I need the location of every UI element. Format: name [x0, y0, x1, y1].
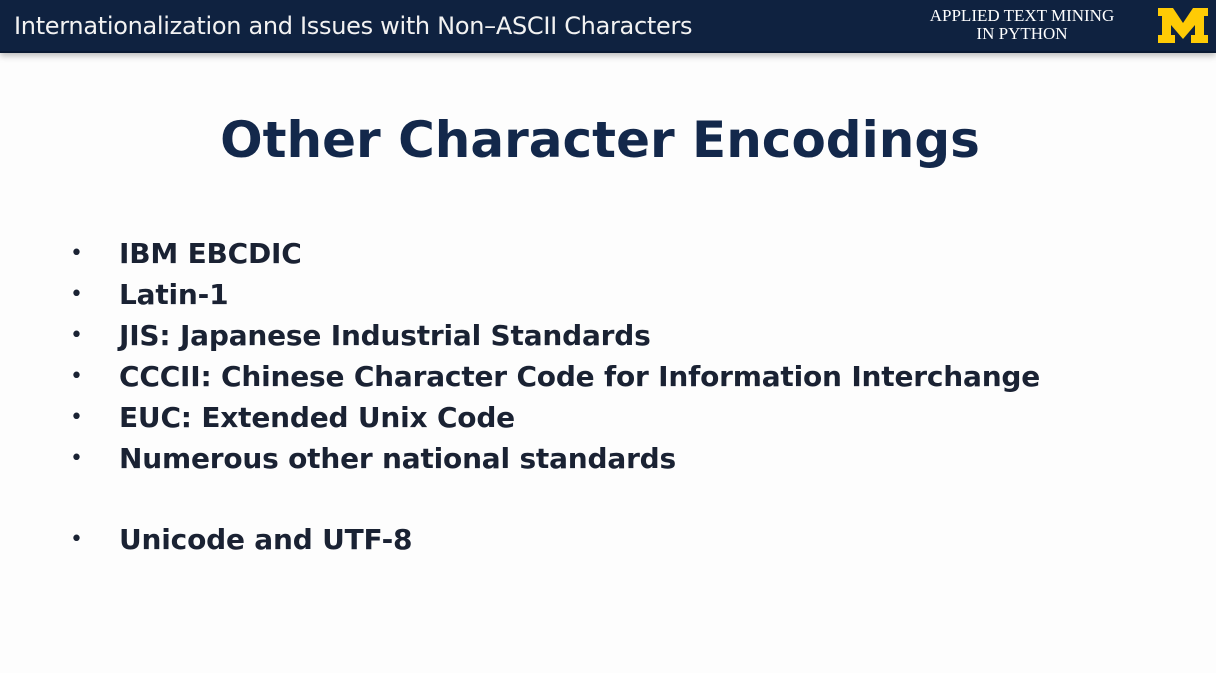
bullet-icon: •	[70, 446, 83, 471]
list-item-text: EUC: Extended Unix Code	[119, 401, 515, 434]
list-item-text: IBM EBCDIC	[119, 237, 302, 270]
list-item-text: CCCII: Chinese Character Code for Inform…	[119, 360, 1041, 393]
list-item-text: Unicode and UTF-8	[119, 523, 413, 556]
slide-header: Internationalization and Issues with Non…	[0, 0, 1216, 53]
list-item-text: Latin-1	[119, 278, 229, 311]
university-logo-icon	[1158, 8, 1208, 43]
course-name-line-2: IN PYTHON	[976, 24, 1068, 43]
slide-title: Other Character Encodings	[220, 111, 980, 169]
bullet-icon: •	[70, 405, 83, 430]
list-item-text: JIS: Japanese Industrial Standards	[119, 319, 651, 352]
bullet-icon: •	[70, 282, 83, 307]
bullet-icon: •	[70, 364, 83, 389]
list-item-text: Numerous other national standards	[119, 442, 676, 475]
bullet-icon: •	[70, 527, 83, 552]
course-name: APPLIED TEXT MINING IN PYTHON	[906, 7, 1138, 43]
course-name-line-1: APPLIED TEXT MINING	[929, 6, 1115, 25]
bullet-icon: •	[70, 241, 83, 266]
lecture-title: Internationalization and Issues with Non…	[14, 12, 693, 40]
bullet-icon: •	[70, 323, 83, 348]
